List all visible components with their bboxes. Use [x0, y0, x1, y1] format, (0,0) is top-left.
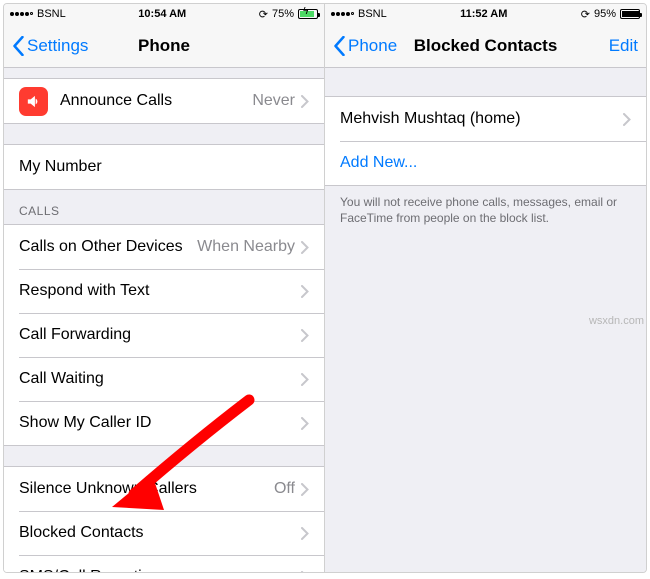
row-value: Off [274, 480, 295, 498]
signal-icon [10, 12, 33, 16]
show-caller-id-row[interactable]: Show My Caller ID [4, 401, 324, 445]
call-forwarding-row[interactable]: Call Forwarding [4, 313, 324, 357]
battery-percent: 75% [272, 8, 294, 20]
back-label: Phone [348, 36, 397, 56]
back-button[interactable]: Phone [333, 36, 397, 56]
chevron-right-icon [301, 483, 309, 496]
blocked-contact-row[interactable]: Mehvish Mushtaq (home) [325, 97, 646, 141]
back-button[interactable]: Settings [12, 36, 88, 56]
chevron-left-icon [333, 36, 346, 56]
row-value: Never [252, 92, 295, 110]
carrier-label: BSNL [37, 8, 66, 20]
add-new-row[interactable]: Add New... [325, 141, 646, 185]
status-bar: BSNL 10:54 AM ⟳ 75% ϟ [4, 4, 324, 24]
call-waiting-row[interactable]: Call Waiting [4, 357, 324, 401]
clock: 11:52 AM [460, 8, 507, 20]
orientation-lock-icon: ⟳ [259, 8, 268, 21]
chevron-right-icon [301, 373, 309, 386]
section-header-calls: CALLS [4, 198, 324, 224]
battery-icon: ϟ [298, 8, 318, 20]
announce-calls-row[interactable]: Announce Calls Never [4, 79, 324, 123]
carrier-label: BSNL [358, 8, 387, 20]
edit-button[interactable]: Edit [609, 36, 638, 56]
chevron-right-icon [301, 241, 309, 254]
row-label: Calls on Other Devices [19, 238, 197, 256]
chevron-right-icon [623, 113, 631, 126]
signal-icon [331, 12, 354, 16]
row-value: When Nearby [197, 238, 295, 256]
phone-settings-screen: BSNL 10:54 AM ⟳ 75% ϟ Settings Phone [4, 4, 325, 572]
respond-with-text-row[interactable]: Respond with Text [4, 269, 324, 313]
calls-other-devices-row[interactable]: Calls on Other Devices When Nearby [4, 225, 324, 269]
row-label: SMS/Call Reporting [19, 568, 301, 572]
row-label: My Number [19, 158, 309, 176]
row-label: Respond with Text [19, 282, 301, 300]
row-label: Call Waiting [19, 370, 301, 388]
row-label: Announce Calls [60, 92, 252, 110]
chevron-right-icon [301, 95, 309, 108]
nav-bar: Settings Phone [4, 24, 324, 68]
sms-call-reporting-row[interactable]: SMS/Call Reporting [4, 555, 324, 572]
footer-note: You will not receive phone calls, messag… [325, 186, 646, 234]
chevron-right-icon [301, 527, 309, 540]
battery-percent: 95% [594, 8, 616, 20]
orientation-lock-icon: ⟳ [581, 8, 590, 21]
speaker-icon [19, 87, 48, 116]
back-label: Settings [27, 36, 88, 56]
row-label: Show My Caller ID [19, 414, 301, 432]
clock: 10:54 AM [138, 8, 186, 20]
battery-icon [620, 8, 640, 20]
chevron-right-icon [301, 571, 309, 573]
nav-bar: Phone Blocked Contacts Edit [325, 24, 646, 68]
row-label: Call Forwarding [19, 326, 301, 344]
row-label: Mehvish Mushtaq (home) [340, 110, 623, 128]
status-bar: BSNL 11:52 AM ⟳ 95% [325, 4, 646, 24]
silence-unknown-row[interactable]: Silence Unknown Callers Off [4, 467, 324, 511]
row-label: Blocked Contacts [19, 524, 301, 542]
chevron-right-icon [301, 329, 309, 342]
row-label: Silence Unknown Callers [19, 480, 274, 498]
my-number-row[interactable]: My Number [4, 145, 324, 189]
watermark: wsxdn.com [589, 315, 644, 327]
chevron-right-icon [301, 285, 309, 298]
chevron-right-icon [301, 417, 309, 430]
blocked-contacts-screen: BSNL 11:52 AM ⟳ 95% Phone Blocked Contac… [325, 4, 646, 572]
blocked-contacts-row[interactable]: Blocked Contacts [4, 511, 324, 555]
row-label: Add New... [340, 154, 631, 172]
chevron-left-icon [12, 36, 25, 56]
